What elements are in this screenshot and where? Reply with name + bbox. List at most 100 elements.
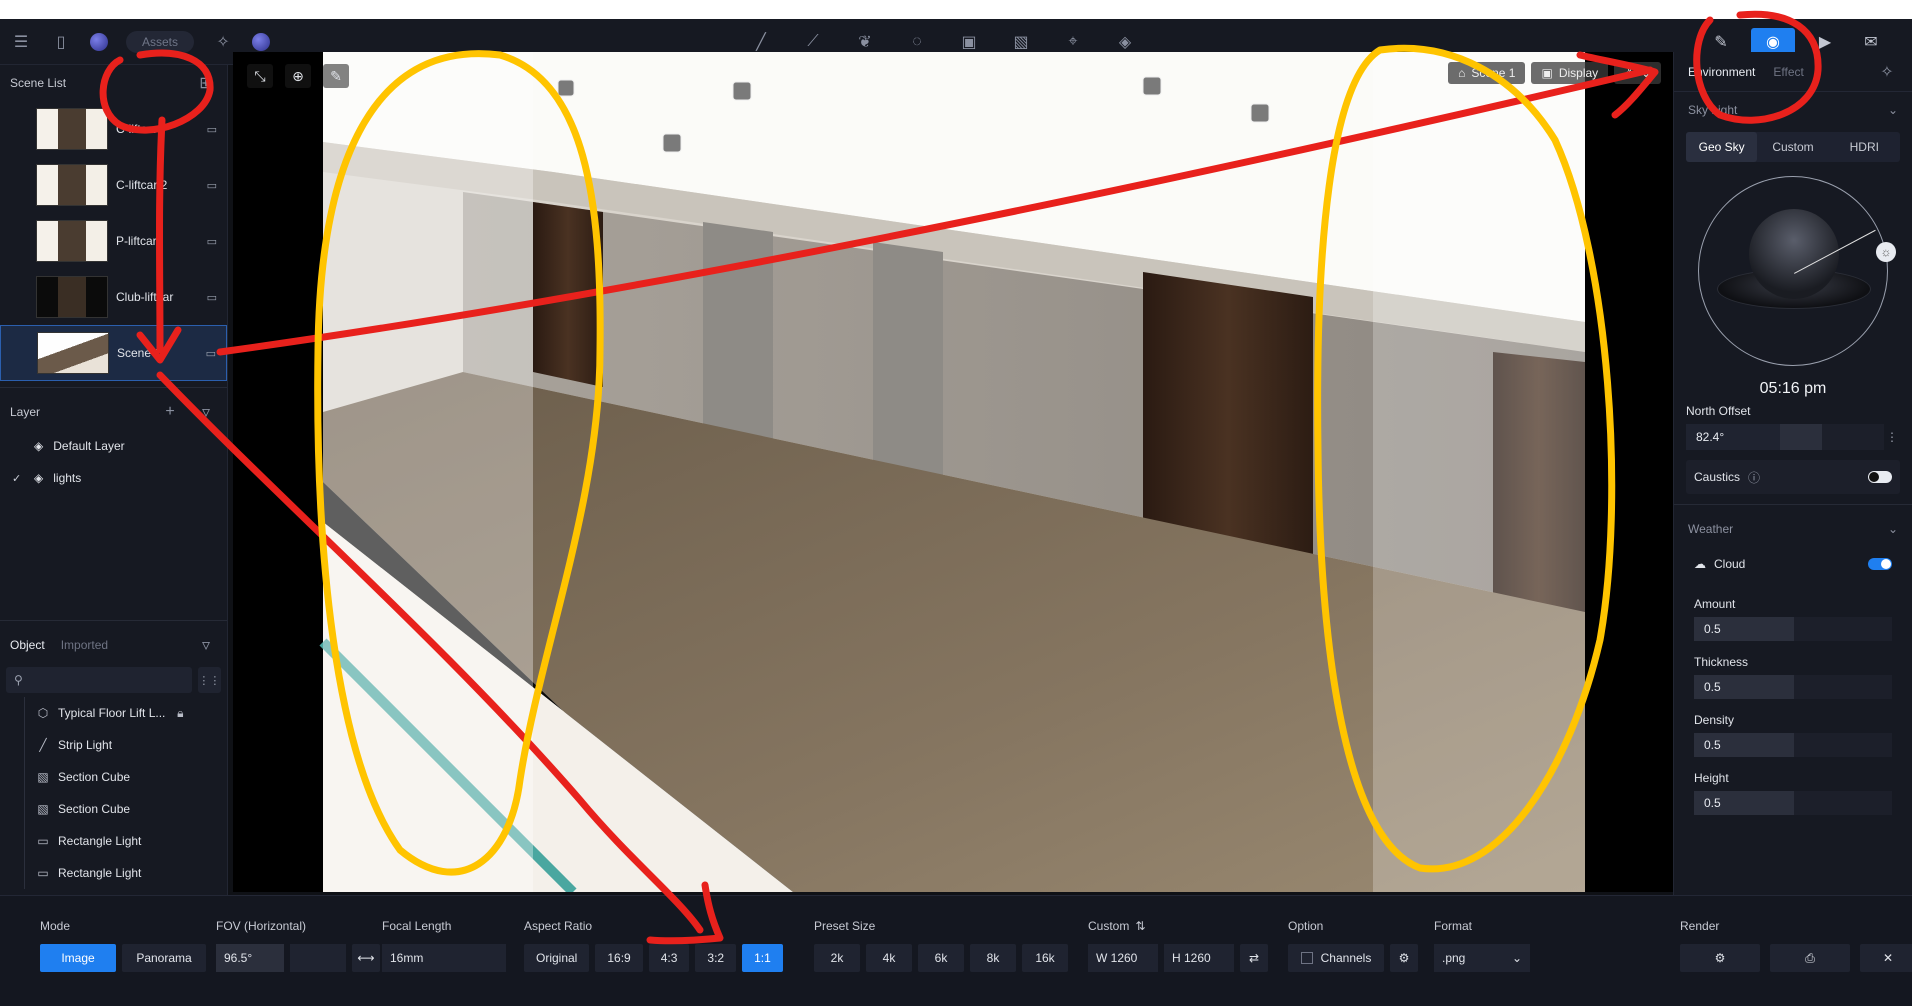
render-settings-icon[interactable]: ⚙ <box>1680 944 1760 972</box>
lock-icon[interactable]: 🔒︎ <box>173 706 187 721</box>
section-gizmo[interactable] <box>1250 103 1270 123</box>
add-layer-icon[interactable]: + <box>159 401 181 423</box>
sky-mode-custom[interactable]: Custom <box>1757 132 1828 162</box>
sun-handle-icon[interactable]: ☼ <box>1876 242 1896 262</box>
light-gizmo[interactable] <box>662 133 682 153</box>
amount-track[interactable] <box>1794 617 1892 641</box>
aspect-4-3-button[interactable]: 4:3 <box>648 944 690 972</box>
cloud-toggle[interactable] <box>1868 558 1892 570</box>
aspect-16-9-button[interactable]: 16:9 <box>595 944 643 972</box>
section-tool-icon[interactable]: ▧ <box>1010 31 1032 53</box>
mode-image-button[interactable]: Image <box>40 944 116 972</box>
assets-search[interactable]: Assets <box>126 31 195 53</box>
camera-icon[interactable]: ▭ <box>207 235 217 248</box>
camera-icon[interactable]: ▭ <box>206 347 216 360</box>
grid-view-icon[interactable]: ⋮⋮ <box>197 667 221 693</box>
north-offset-field[interactable]: 82.4° ⋮ <box>1686 424 1900 450</box>
channel-settings-icon[interactable]: ⚙ <box>1390 944 1418 972</box>
object-filter-icon[interactable]: ▿ <box>195 634 217 656</box>
channels-button[interactable]: Channels <box>1288 944 1384 972</box>
ai-sparkle-icon[interactable]: ✧ <box>212 31 234 53</box>
density-track[interactable] <box>1794 733 1892 757</box>
caustics-toggle[interactable] <box>1868 471 1892 483</box>
plugin-orb-icon[interactable] <box>90 33 108 51</box>
camera-icon[interactable]: ▭ <box>207 291 217 304</box>
more-options-icon[interactable]: ⋮ <box>1884 430 1900 444</box>
object-item[interactable]: ▧ Section Cube <box>0 761 227 793</box>
sparkle-icon[interactable]: ✧ <box>1876 61 1898 83</box>
object-item[interactable]: ╱ Strip Light <box>0 729 227 761</box>
sky-light-header[interactable]: Sky Light ⌄ <box>1674 92 1912 128</box>
help-icon[interactable]: ⓘ <box>1748 469 1760 486</box>
aspect-original-button[interactable]: Original <box>524 944 590 972</box>
globe-icon[interactable]: ⊕ <box>285 64 311 88</box>
render-viewport[interactable]: ⤡ ⊕ ✎ ⌂ Scene 1 ▣ Display ⚓︎ ⌄ <box>233 52 1673 892</box>
fire-tool-icon[interactable]: ◌ <box>906 31 928 53</box>
anchor-chip[interactable]: ⚓︎ ⌄ <box>1614 62 1661 84</box>
density-slider[interactable]: 0.5 <box>1694 733 1892 757</box>
preset-16k-button[interactable]: 16k <box>1022 944 1068 972</box>
light-gizmo[interactable] <box>557 79 575 97</box>
layer-item[interactable]: ✓ ◈ lights <box>0 462 227 494</box>
add-scene-icon[interactable]: ⊞ <box>195 72 217 94</box>
preset-8k-button[interactable]: 8k <box>970 944 1016 972</box>
camera-icon[interactable]: ▭ <box>207 123 217 136</box>
sky-mode-hdri[interactable]: HDRI <box>1829 132 1900 162</box>
scene-chip[interactable]: ⌂ Scene 1 <box>1448 62 1526 84</box>
object-item[interactable]: ⬡ Typical Floor Lift L... 🔒︎ <box>0 697 227 729</box>
layers-tool-icon[interactable]: ◈ <box>1114 31 1136 53</box>
path-tool-icon[interactable]: ⟋ <box>802 31 824 53</box>
sky-mode-geo[interactable]: Geo Sky <box>1686 132 1758 162</box>
north-offset-slider[interactable] <box>1780 424 1822 450</box>
file-icon[interactable]: ▯ <box>50 31 72 53</box>
weather-header[interactable]: Weather ⌄ <box>1674 511 1912 547</box>
edit-icon[interactable]: ✎ <box>323 64 349 88</box>
fit-width-icon[interactable]: ⟷ <box>352 944 380 972</box>
fov-slider-track[interactable] <box>290 944 346 972</box>
section-gizmo[interactable] <box>1142 76 1162 96</box>
amount-slider[interactable]: 0.5 <box>1694 617 1892 641</box>
north-offset-track[interactable] <box>1822 424 1884 450</box>
leaf-tool-icon[interactable]: ❦ <box>854 31 876 53</box>
close-icon[interactable]: ✕ <box>1860 944 1912 972</box>
light-gizmo[interactable] <box>732 81 752 101</box>
tab-effect[interactable]: Effect <box>1773 65 1803 79</box>
camera-icon[interactable]: ▭ <box>207 179 217 192</box>
mode-panorama-button[interactable]: Panorama <box>122 944 206 972</box>
object-search-input[interactable] <box>28 673 184 687</box>
amount-value[interactable]: 0.5 <box>1694 617 1794 641</box>
focal-length-input[interactable]: 16mm <box>382 944 506 972</box>
scene-item[interactable]: Club-liftcar ▭ <box>0 269 227 325</box>
link-icon[interactable]: ⇅ <box>1135 919 1145 933</box>
height-value[interactable]: 0.5 <box>1694 791 1794 815</box>
render-queue-icon[interactable]: ⎙ <box>1770 944 1850 972</box>
swap-dimensions-icon[interactable]: ⇄ <box>1240 944 1268 972</box>
tab-imported[interactable]: Imported <box>61 638 108 652</box>
thickness-slider[interactable]: 0.5 <box>1694 675 1892 699</box>
scene-item[interactable]: C-liftcar ▭ <box>0 101 227 157</box>
checkbox-icon[interactable] <box>1300 952 1313 964</box>
aspect-3-2-button[interactable]: 3:2 <box>695 944 737 972</box>
density-value[interactable]: 0.5 <box>1694 733 1794 757</box>
layer-filter-icon[interactable]: ▿ <box>195 401 217 423</box>
north-offset-value[interactable]: 82.4° <box>1686 424 1780 450</box>
aspect-1-1-button[interactable]: 1:1 <box>742 944 783 972</box>
preset-2k-button[interactable]: 2k <box>814 944 860 972</box>
transform-gizmo-icon[interactable]: ⤡ <box>247 64 273 88</box>
scene-item[interactable]: C-liftcar 2 ▭ <box>0 157 227 213</box>
tab-environment[interactable]: Environment <box>1688 65 1755 79</box>
object-item[interactable]: ▭ Rectangle Light <box>0 825 227 857</box>
box-tool-icon[interactable]: ▣ <box>958 31 980 53</box>
object-item[interactable]: ▭ Rectangle Light <box>0 857 227 889</box>
format-select[interactable]: .png ⌄ <box>1434 944 1530 972</box>
marker-tool-icon[interactable]: ⌖ <box>1062 31 1084 53</box>
line-tool-icon[interactable]: ╱ <box>750 31 772 53</box>
custom-width-input[interactable]: W 1260 <box>1088 944 1158 972</box>
hamburger-menu-icon[interactable]: ☰ <box>10 31 32 53</box>
layer-check-icon[interactable]: ✓ <box>12 472 24 485</box>
user-orb-icon[interactable] <box>252 33 271 51</box>
preset-6k-button[interactable]: 6k <box>918 944 964 972</box>
object-item[interactable]: ▧ Section Cube <box>0 793 227 825</box>
sun-position-dial[interactable]: ☼ <box>1698 176 1896 366</box>
custom-height-input[interactable]: H 1260 <box>1164 944 1234 972</box>
